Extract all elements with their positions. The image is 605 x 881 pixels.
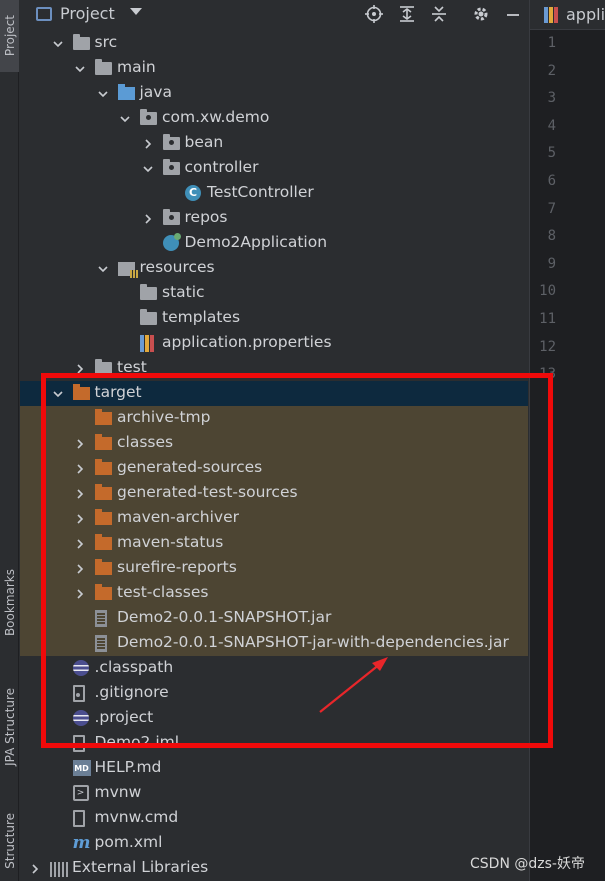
tree-row-label: mvnw.cmd (94, 808, 179, 826)
tree-row-label: bean (184, 133, 224, 151)
chevron-down-icon[interactable] (119, 106, 131, 131)
libraries-icon (50, 862, 68, 877)
line-number: 7 (547, 200, 556, 217)
tree-row[interactable]: application.properties (20, 331, 528, 356)
tree-row[interactable]: static (20, 281, 528, 306)
class-icon: C (185, 185, 201, 201)
line-number: 9 (547, 255, 556, 272)
structure-tool-tab-label: Structure (2, 812, 17, 869)
tree-row[interactable]: > mvnw (20, 781, 528, 806)
tree-row[interactable]: bean (20, 131, 528, 156)
tree-row-label: Demo2Application (184, 233, 328, 251)
watermark: CSDN @dzs-妖帝 (470, 856, 585, 872)
tree-row-label: templates (162, 308, 241, 326)
tree-row-label: controller (184, 158, 259, 176)
tree-row-label: TestController (207, 183, 314, 201)
tree-row[interactable]: MD HELP.md (20, 756, 528, 781)
editor-tab-label: applic (566, 5, 605, 24)
bookmarks-tool-tab[interactable]: Bookmarks (0, 555, 19, 650)
tree-row-label: resources (139, 258, 215, 276)
chevron-right-icon[interactable] (142, 131, 154, 156)
collapse-all-icon[interactable] (428, 3, 450, 25)
tree-row[interactable]: templates (20, 306, 528, 331)
folder-grey-icon (72, 34, 90, 50)
tree-row[interactable]: m pom.xml (20, 831, 528, 856)
properties-file-icon (544, 7, 558, 23)
chevron-down-icon[interactable] (52, 31, 64, 56)
line-number: 10 (539, 283, 556, 300)
resources-folder-icon (117, 262, 138, 278)
file-icon (72, 810, 85, 827)
tree-row-label: static (162, 283, 205, 301)
project-tool-tab[interactable]: Project (0, 0, 19, 72)
line-number: 2 (547, 62, 556, 79)
tree-row[interactable]: controller (20, 156, 528, 181)
tree-row[interactable]: mvnw.cmd (20, 806, 528, 831)
properties-icon (140, 335, 154, 352)
markdown-icon: MD (72, 760, 91, 776)
jpa-structure-tool-tab-label: JPA Structure (2, 688, 17, 766)
chevron-down-icon[interactable] (142, 156, 154, 181)
package-icon (162, 209, 180, 225)
bookmarks-tool-tab-label: Bookmarks (2, 568, 17, 637)
tree-row[interactable]: Demo2Application (20, 231, 528, 256)
terminal-icon: > (72, 785, 89, 801)
jpa-structure-tool-tab[interactable]: JPA Structure (0, 672, 19, 782)
tree-row-label: pom.xml (94, 833, 163, 851)
folder-grey-icon (140, 309, 157, 325)
tree-row-label: HELP.md (94, 758, 162, 776)
tree-row[interactable]: src (20, 31, 528, 56)
panel-header: Project (20, 0, 528, 30)
tree-row[interactable]: main (20, 56, 528, 81)
chevron-down-icon[interactable] (97, 256, 109, 281)
folder-blue-icon (117, 84, 135, 100)
panel-title[interactable]: Project (60, 4, 115, 23)
chevron-right-icon[interactable] (29, 856, 41, 881)
spring-class-icon (162, 233, 181, 251)
tree-row[interactable]: java (20, 81, 528, 106)
chevron-right-icon[interactable] (142, 206, 154, 231)
annotation-highlight-box (41, 373, 553, 748)
tree-row[interactable]: C TestController (20, 181, 528, 206)
tree-row[interactable]: repos (20, 206, 528, 231)
package-icon (140, 109, 157, 125)
package-icon (162, 159, 180, 175)
tree-row-label: repos (184, 208, 228, 226)
line-number: 4 (547, 117, 556, 134)
minimize-icon[interactable] (502, 3, 524, 25)
package-icon (162, 134, 180, 150)
line-number: 11 (539, 311, 556, 327)
chevron-down-icon[interactable] (74, 56, 86, 81)
maven-icon: m (72, 833, 91, 853)
line-number: 6 (547, 173, 556, 189)
line-number: 1 (547, 35, 556, 51)
tree-row-label: src (94, 33, 118, 51)
tool-window-strip: Project Bookmarks JPA Structure Structur… (0, 0, 19, 881)
tree-row-label: java (139, 83, 172, 101)
line-number: 5 (547, 145, 556, 162)
line-number: 12 (539, 338, 556, 355)
editor-tab[interactable]: applic (530, 0, 605, 30)
tree-row[interactable]: resources (20, 256, 528, 281)
tree-row-label: External Libraries (72, 858, 209, 876)
folder-grey-icon (140, 284, 157, 300)
folder-grey-icon (95, 59, 112, 75)
chevron-down-icon[interactable] (130, 8, 142, 15)
gear-icon[interactable] (470, 3, 492, 25)
tree-row-label: com.xw.demo (162, 108, 270, 126)
tree-row-label: main (117, 58, 156, 76)
chevron-down-icon[interactable] (97, 81, 109, 106)
project-view-icon (36, 7, 52, 21)
line-number: 3 (547, 90, 556, 107)
locate-icon[interactable] (363, 3, 385, 25)
tree-row[interactable]: com.xw.demo (20, 106, 528, 131)
expand-all-icon[interactable] (396, 3, 418, 25)
tree-row[interactable]: External Libraries (20, 856, 528, 881)
project-tool-tab-label: Project (2, 15, 17, 57)
structure-tool-tab[interactable]: Structure (0, 800, 19, 881)
line-number: 8 (547, 228, 556, 245)
tree-row-label: application.properties (162, 333, 332, 351)
tree-row-label: mvnw (94, 783, 142, 801)
